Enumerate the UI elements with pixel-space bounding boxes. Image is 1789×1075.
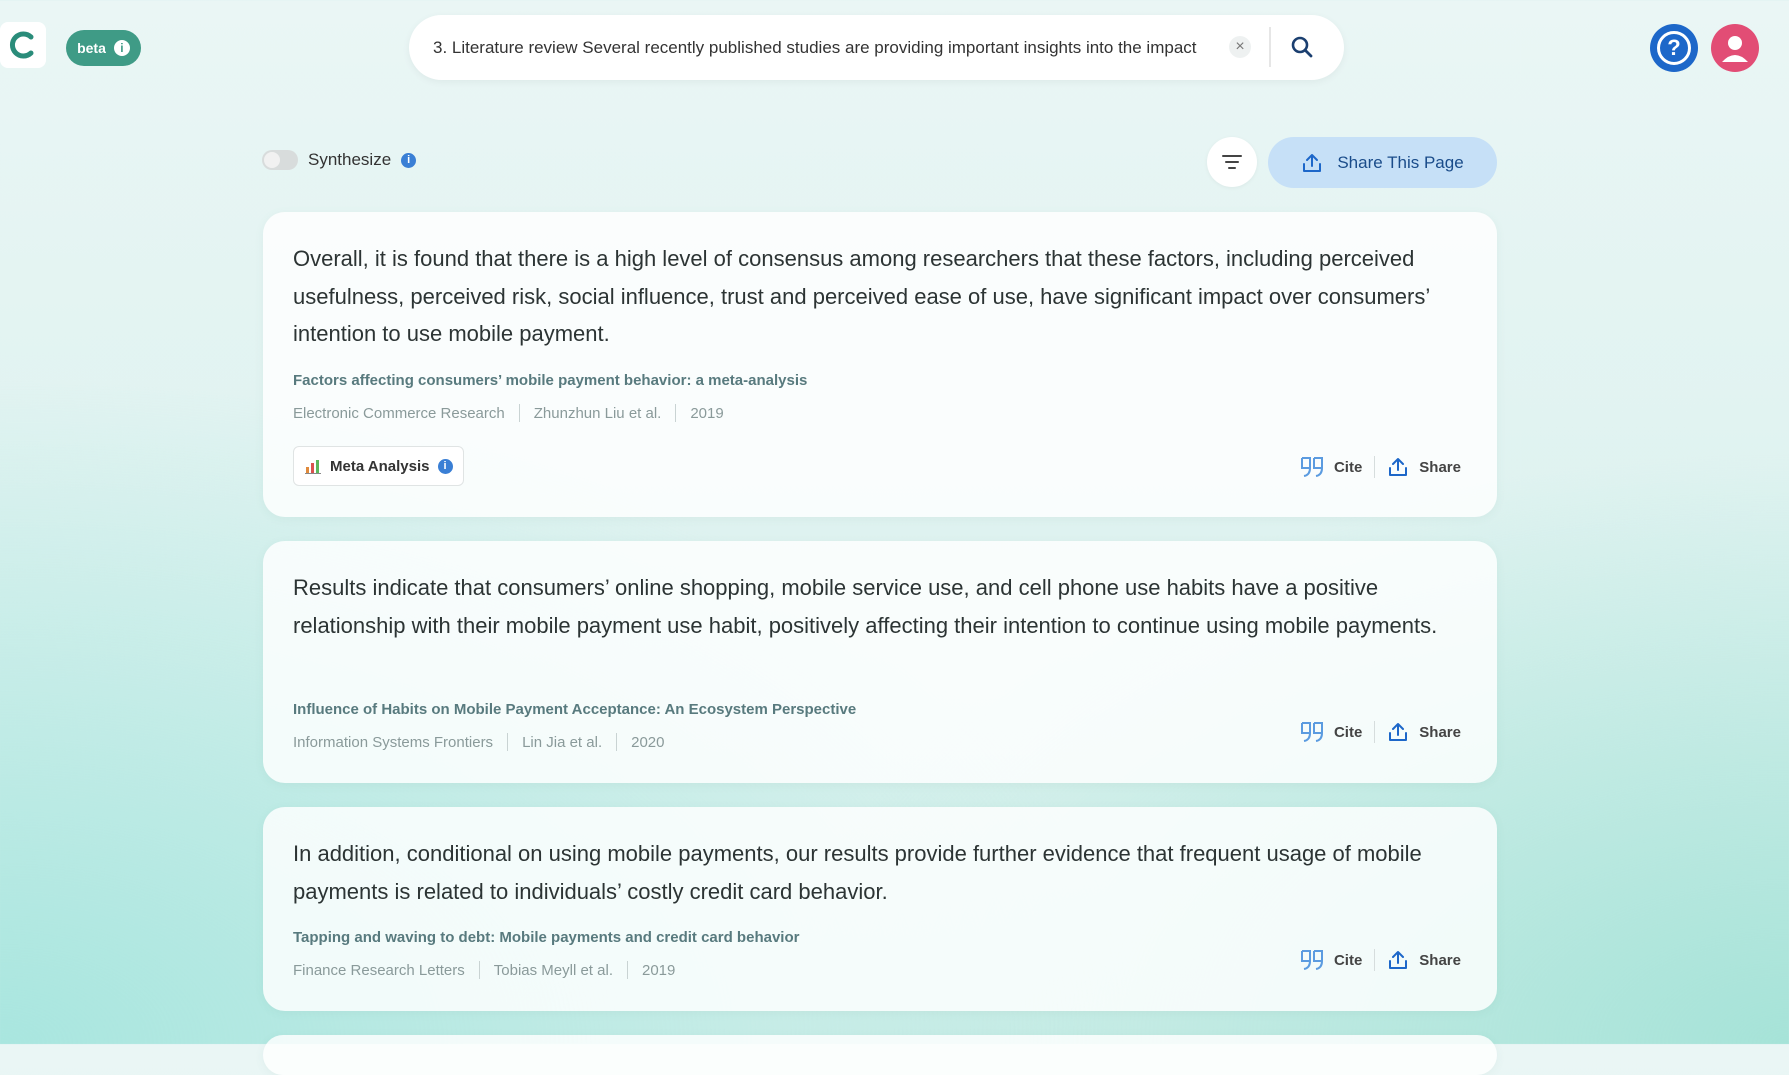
action-separator (1374, 949, 1376, 971)
meta-separator (675, 404, 677, 422)
cite-button[interactable]: Cite (1300, 721, 1362, 743)
chart-icon (305, 460, 321, 474)
info-icon: i (113, 40, 130, 56)
year: 2020 (631, 733, 665, 751)
card-actions: Cite Share (1300, 949, 1461, 971)
upload-icon (1389, 951, 1408, 969)
cite-label: Cite (1333, 951, 1363, 969)
result-card[interactable]: Overall, it is found that there is a hig… (263, 212, 1497, 517)
action-separator (1374, 721, 1376, 743)
synthesize-label: Synthesize (308, 150, 392, 169)
cite-button[interactable]: Cite (1300, 456, 1362, 478)
upload-icon (1303, 153, 1322, 172)
authors: Lin Jia et al. (522, 733, 603, 751)
quote-icon (1300, 722, 1323, 742)
synthesize-control: Synthesize i (262, 150, 417, 170)
help-button[interactable]: ? (1650, 24, 1698, 72)
synthesize-toggle[interactable] (262, 150, 298, 170)
logo-icon (10, 31, 34, 59)
paper-meta: Information Systems Frontiers Lin Jia et… (293, 733, 664, 751)
journal-name[interactable]: Finance Research Letters (293, 962, 465, 979)
badge-label: Meta Analysis (330, 457, 430, 475)
meta-separator (626, 961, 628, 979)
app-logo[interactable] (0, 22, 46, 68)
paper-meta: Electronic Commerce Research Zhunzhun Li… (293, 404, 724, 422)
card-actions: Cite Share (1300, 456, 1461, 478)
beta-badge[interactable]: beta i (66, 30, 141, 66)
meta-separator (616, 733, 618, 751)
clear-search-icon[interactable]: × (1229, 36, 1251, 58)
authors: Tobias Meyll et al. (493, 961, 613, 979)
search-divider (1269, 27, 1271, 67)
meta-analysis-badge[interactable]: Meta Analysis i (293, 446, 464, 486)
meta-separator (507, 733, 509, 751)
result-card[interactable] (263, 1035, 1497, 1075)
search-input[interactable] (431, 36, 1215, 59)
result-text: In addition, conditional on using mobile… (293, 841, 1422, 904)
search-bar: × (409, 15, 1344, 80)
share-button[interactable]: Share (1387, 721, 1461, 743)
filter-icon (1222, 155, 1242, 169)
meta-separator (518, 404, 520, 422)
result-text: Overall, it is found that there is a hig… (293, 246, 1430, 346)
beta-label: beta (77, 40, 106, 56)
journal-name[interactable]: Information Systems Frontiers (293, 734, 493, 751)
upload-icon (1389, 458, 1408, 476)
share-page-label: Share This Page (1337, 152, 1464, 172)
cite-label: Cite (1333, 458, 1363, 476)
result-text: Results indicate that consumers’ online … (293, 575, 1438, 638)
quote-icon (1300, 950, 1323, 970)
card-actions: Cite Share (1300, 721, 1461, 743)
journal-name[interactable]: Electronic Commerce Research (293, 405, 505, 422)
synthesize-info-icon[interactable]: i (401, 152, 417, 168)
filter-button[interactable] (1207, 137, 1257, 187)
paper-meta: Finance Research Letters Tobias Meyll et… (293, 961, 675, 979)
result-card[interactable]: Results indicate that consumers’ online … (263, 541, 1497, 783)
share-label: Share (1419, 951, 1461, 969)
help-icon: ? (1657, 31, 1691, 65)
authors: Zhunzhun Liu et al. (533, 404, 662, 422)
meta-separator (478, 961, 480, 979)
share-button[interactable]: Share (1387, 949, 1461, 971)
share-page-button[interactable]: Share This Page (1268, 137, 1497, 188)
share-button[interactable]: Share (1387, 456, 1461, 478)
share-label: Share (1419, 458, 1461, 476)
quote-icon (1300, 457, 1323, 477)
badge-info-icon[interactable]: i (437, 458, 453, 474)
action-separator (1374, 456, 1376, 478)
paper-title[interactable]: Influence of Habits on Mobile Payment Ac… (293, 701, 856, 718)
paper-title[interactable]: Factors affecting consumers’ mobile paym… (293, 372, 807, 389)
year: 2019 (641, 961, 676, 979)
cite-label: Cite (1333, 723, 1363, 741)
result-card[interactable]: In addition, conditional on using mobile… (263, 807, 1497, 1011)
share-label: Share (1419, 723, 1461, 741)
paper-title[interactable]: Tapping and waving to debt: Mobile payme… (293, 929, 799, 946)
year: 2019 (690, 404, 724, 422)
user-icon (1722, 36, 1748, 62)
cite-button[interactable]: Cite (1300, 949, 1362, 971)
user-avatar[interactable] (1711, 24, 1759, 72)
upload-icon (1389, 723, 1408, 741)
search-icon[interactable] (1287, 32, 1317, 62)
